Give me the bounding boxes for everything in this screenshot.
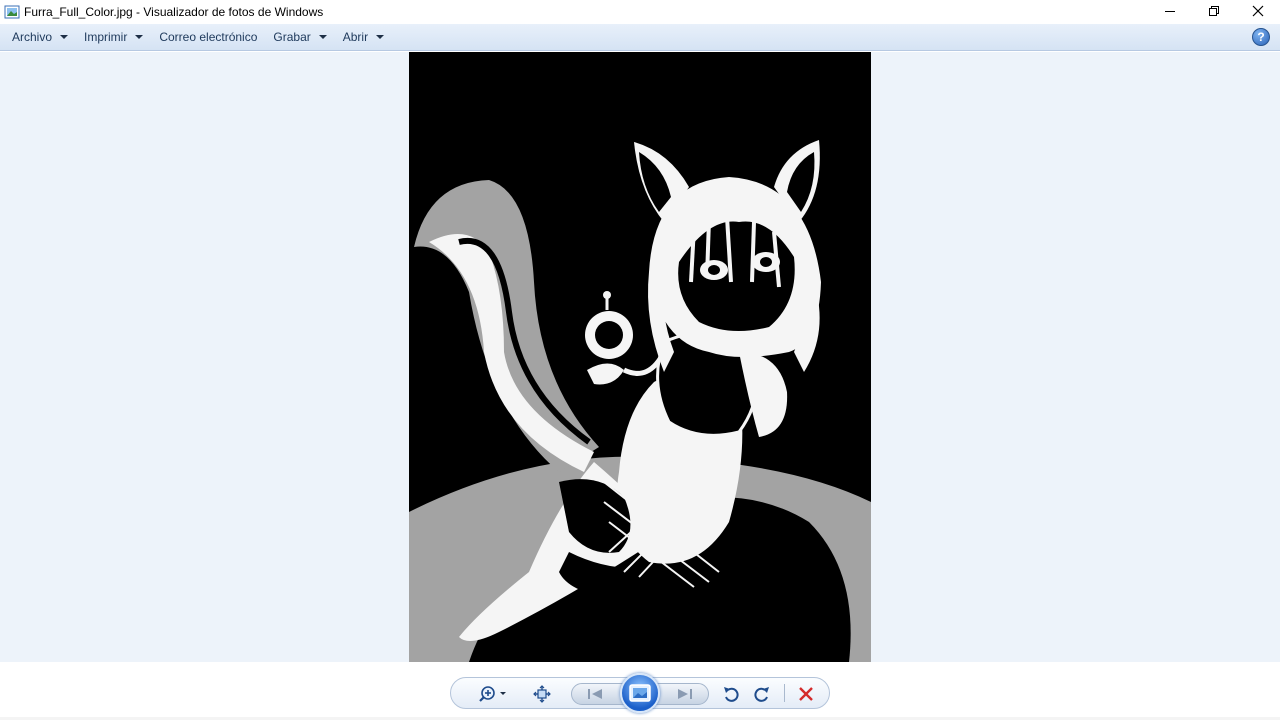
chevron-down-icon	[135, 35, 144, 39]
rotate-ccw-icon	[724, 687, 739, 702]
previous-button[interactable]	[580, 683, 610, 705]
skip-forward-icon	[678, 689, 692, 699]
minimize-icon	[1165, 11, 1175, 12]
menu-grabar[interactable]: Grabar	[265, 26, 334, 48]
menu-bar: Archivo Imprimir Correo electrónico Grab…	[0, 24, 1280, 51]
menu-imprimir[interactable]: Imprimir	[76, 26, 151, 48]
chevron-down-icon	[318, 35, 327, 39]
menu-label: Correo electrónico	[159, 30, 258, 44]
displayed-photo[interactable]	[409, 52, 871, 662]
close-icon	[1252, 5, 1264, 17]
restore-icon	[1209, 6, 1219, 16]
actual-size-button[interactable]	[530, 683, 554, 705]
menu-label: Abrir	[342, 30, 369, 44]
restore-button[interactable]	[1192, 0, 1236, 22]
image-viewer	[0, 52, 1280, 662]
menu-label: Archivo	[12, 30, 53, 44]
menu-label: Grabar	[273, 30, 311, 44]
rotate-right-button[interactable]	[751, 683, 773, 705]
window-title: Furra_Full_Color.jpg - Visualizador de f…	[24, 5, 324, 19]
rotate-left-button[interactable]	[720, 683, 742, 705]
chevron-down-icon	[376, 35, 385, 39]
zoom-button[interactable]	[476, 683, 510, 705]
magnifier-plus-icon	[479, 686, 506, 702]
menu-label: Imprimir	[84, 30, 128, 44]
slideshow-icon	[629, 684, 651, 702]
close-button[interactable]	[1236, 0, 1280, 22]
chevron-down-icon	[60, 35, 69, 39]
next-button[interactable]	[670, 683, 700, 705]
slideshow-button[interactable]	[620, 673, 660, 713]
rotate-cw-icon	[754, 687, 769, 702]
menu-abrir[interactable]: Abrir	[335, 26, 392, 48]
window-controls	[1148, 0, 1280, 24]
skip-back-icon	[588, 689, 602, 699]
delete-button[interactable]	[795, 683, 817, 705]
toolbar-separator	[784, 684, 785, 702]
help-button[interactable]: ?	[1252, 28, 1270, 46]
menu-archivo[interactable]: Archivo	[4, 26, 76, 48]
menu-correo[interactable]: Correo electrónico	[151, 26, 265, 48]
photo-artwork	[409, 52, 871, 662]
fit-window-icon	[533, 685, 551, 703]
title-bar: Furra_Full_Color.jpg - Visualizador de f…	[0, 0, 1280, 24]
delete-x-icon	[799, 687, 813, 701]
minimize-button[interactable]	[1148, 0, 1192, 22]
photo-viewer-app-icon	[4, 5, 20, 19]
